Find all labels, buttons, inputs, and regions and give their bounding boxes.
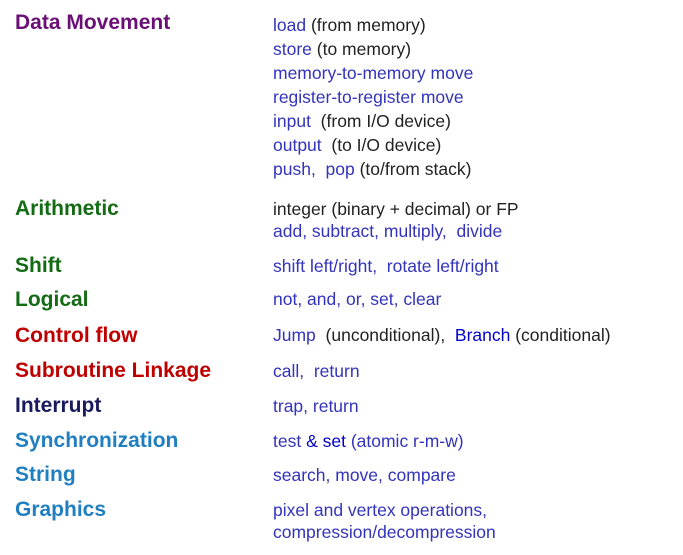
desc-segment: Jump: [273, 325, 316, 345]
desc-line: call, return: [273, 360, 360, 382]
desc-segment: compression/decompression: [273, 522, 496, 542]
desc-line: test & set (atomic r-m-w): [273, 430, 464, 452]
desc-segment: & set: [301, 431, 351, 451]
category-control-flow: Control flow: [15, 324, 138, 347]
desc-segment: (conditional): [510, 325, 611, 345]
desc-segment: (atomic r-m-w): [350, 431, 464, 451]
desc-line: output (to I/O device): [273, 134, 441, 156]
desc-segment: memory-to-memory move: [273, 63, 474, 83]
desc-line: push, pop (to/from stack): [273, 158, 471, 180]
desc-segment: load: [273, 15, 307, 35]
desc-segment: (from memory): [306, 15, 426, 35]
desc-segment: (to I/O device): [321, 135, 442, 155]
desc-segment: test: [273, 431, 302, 451]
desc-segment: trap, return: [273, 396, 359, 416]
desc-segment: call, return: [273, 361, 360, 381]
desc-line: memory-to-memory move: [273, 62, 473, 84]
desc-line: integer (binary + decimal) or FP: [273, 198, 519, 220]
desc-segment: integer (binary + decimal) or FP: [273, 199, 519, 219]
desc-segment: shift left/right, rotate left/right: [273, 256, 499, 276]
desc-segment: store: [273, 39, 312, 59]
desc-segment: input: [273, 111, 311, 131]
desc-segment: (unconditional),: [315, 325, 455, 345]
desc-segment: pixel and vertex operations,: [273, 500, 488, 520]
desc-line: search, move, compare: [273, 464, 456, 486]
desc-segment: (from I/O device): [310, 111, 451, 131]
desc-segment: Branch: [454, 325, 511, 345]
desc-segment: register-to-register move: [273, 87, 464, 107]
category-graphics: Graphics: [15, 498, 107, 521]
category-shift: Shift: [15, 254, 62, 277]
desc-segment: output: [273, 135, 322, 155]
category-arithmetic: Arithmetic: [15, 197, 119, 220]
desc-segment: search, move, compare: [273, 465, 456, 485]
desc-line: register-to-register move: [273, 86, 464, 108]
desc-line: compression/decompression: [273, 521, 496, 543]
category-synchronization: Synchronization: [15, 429, 179, 452]
desc-segment: (to/from stack): [354, 159, 472, 179]
category-subroutine-linkage: Subroutine Linkage: [15, 359, 212, 382]
desc-line: input (from I/O device): [273, 110, 451, 132]
desc-segment: (to memory): [311, 39, 412, 59]
desc-line: shift left/right, rotate left/right: [273, 255, 499, 277]
desc-line: pixel and vertex operations,: [273, 499, 487, 521]
desc-line: Jump (unconditional), Branch (conditiona…: [273, 324, 611, 346]
desc-segment: push, pop: [273, 159, 355, 179]
desc-segment: add, subtract, multiply, divide: [273, 221, 503, 241]
desc-line: store (to memory): [273, 38, 411, 60]
category-logical: Logical: [15, 288, 89, 311]
category-string: String: [15, 463, 76, 486]
category-interrupt: Interrupt: [15, 394, 102, 417]
desc-line: not, and, or, set, clear: [273, 288, 441, 310]
category-data-movement: Data Movement: [15, 11, 171, 34]
desc-line: load (from memory): [273, 14, 426, 36]
desc-segment: not, and, or, set, clear: [273, 289, 442, 309]
desc-line: trap, return: [273, 395, 359, 417]
desc-line: add, subtract, multiply, divide: [273, 220, 502, 242]
